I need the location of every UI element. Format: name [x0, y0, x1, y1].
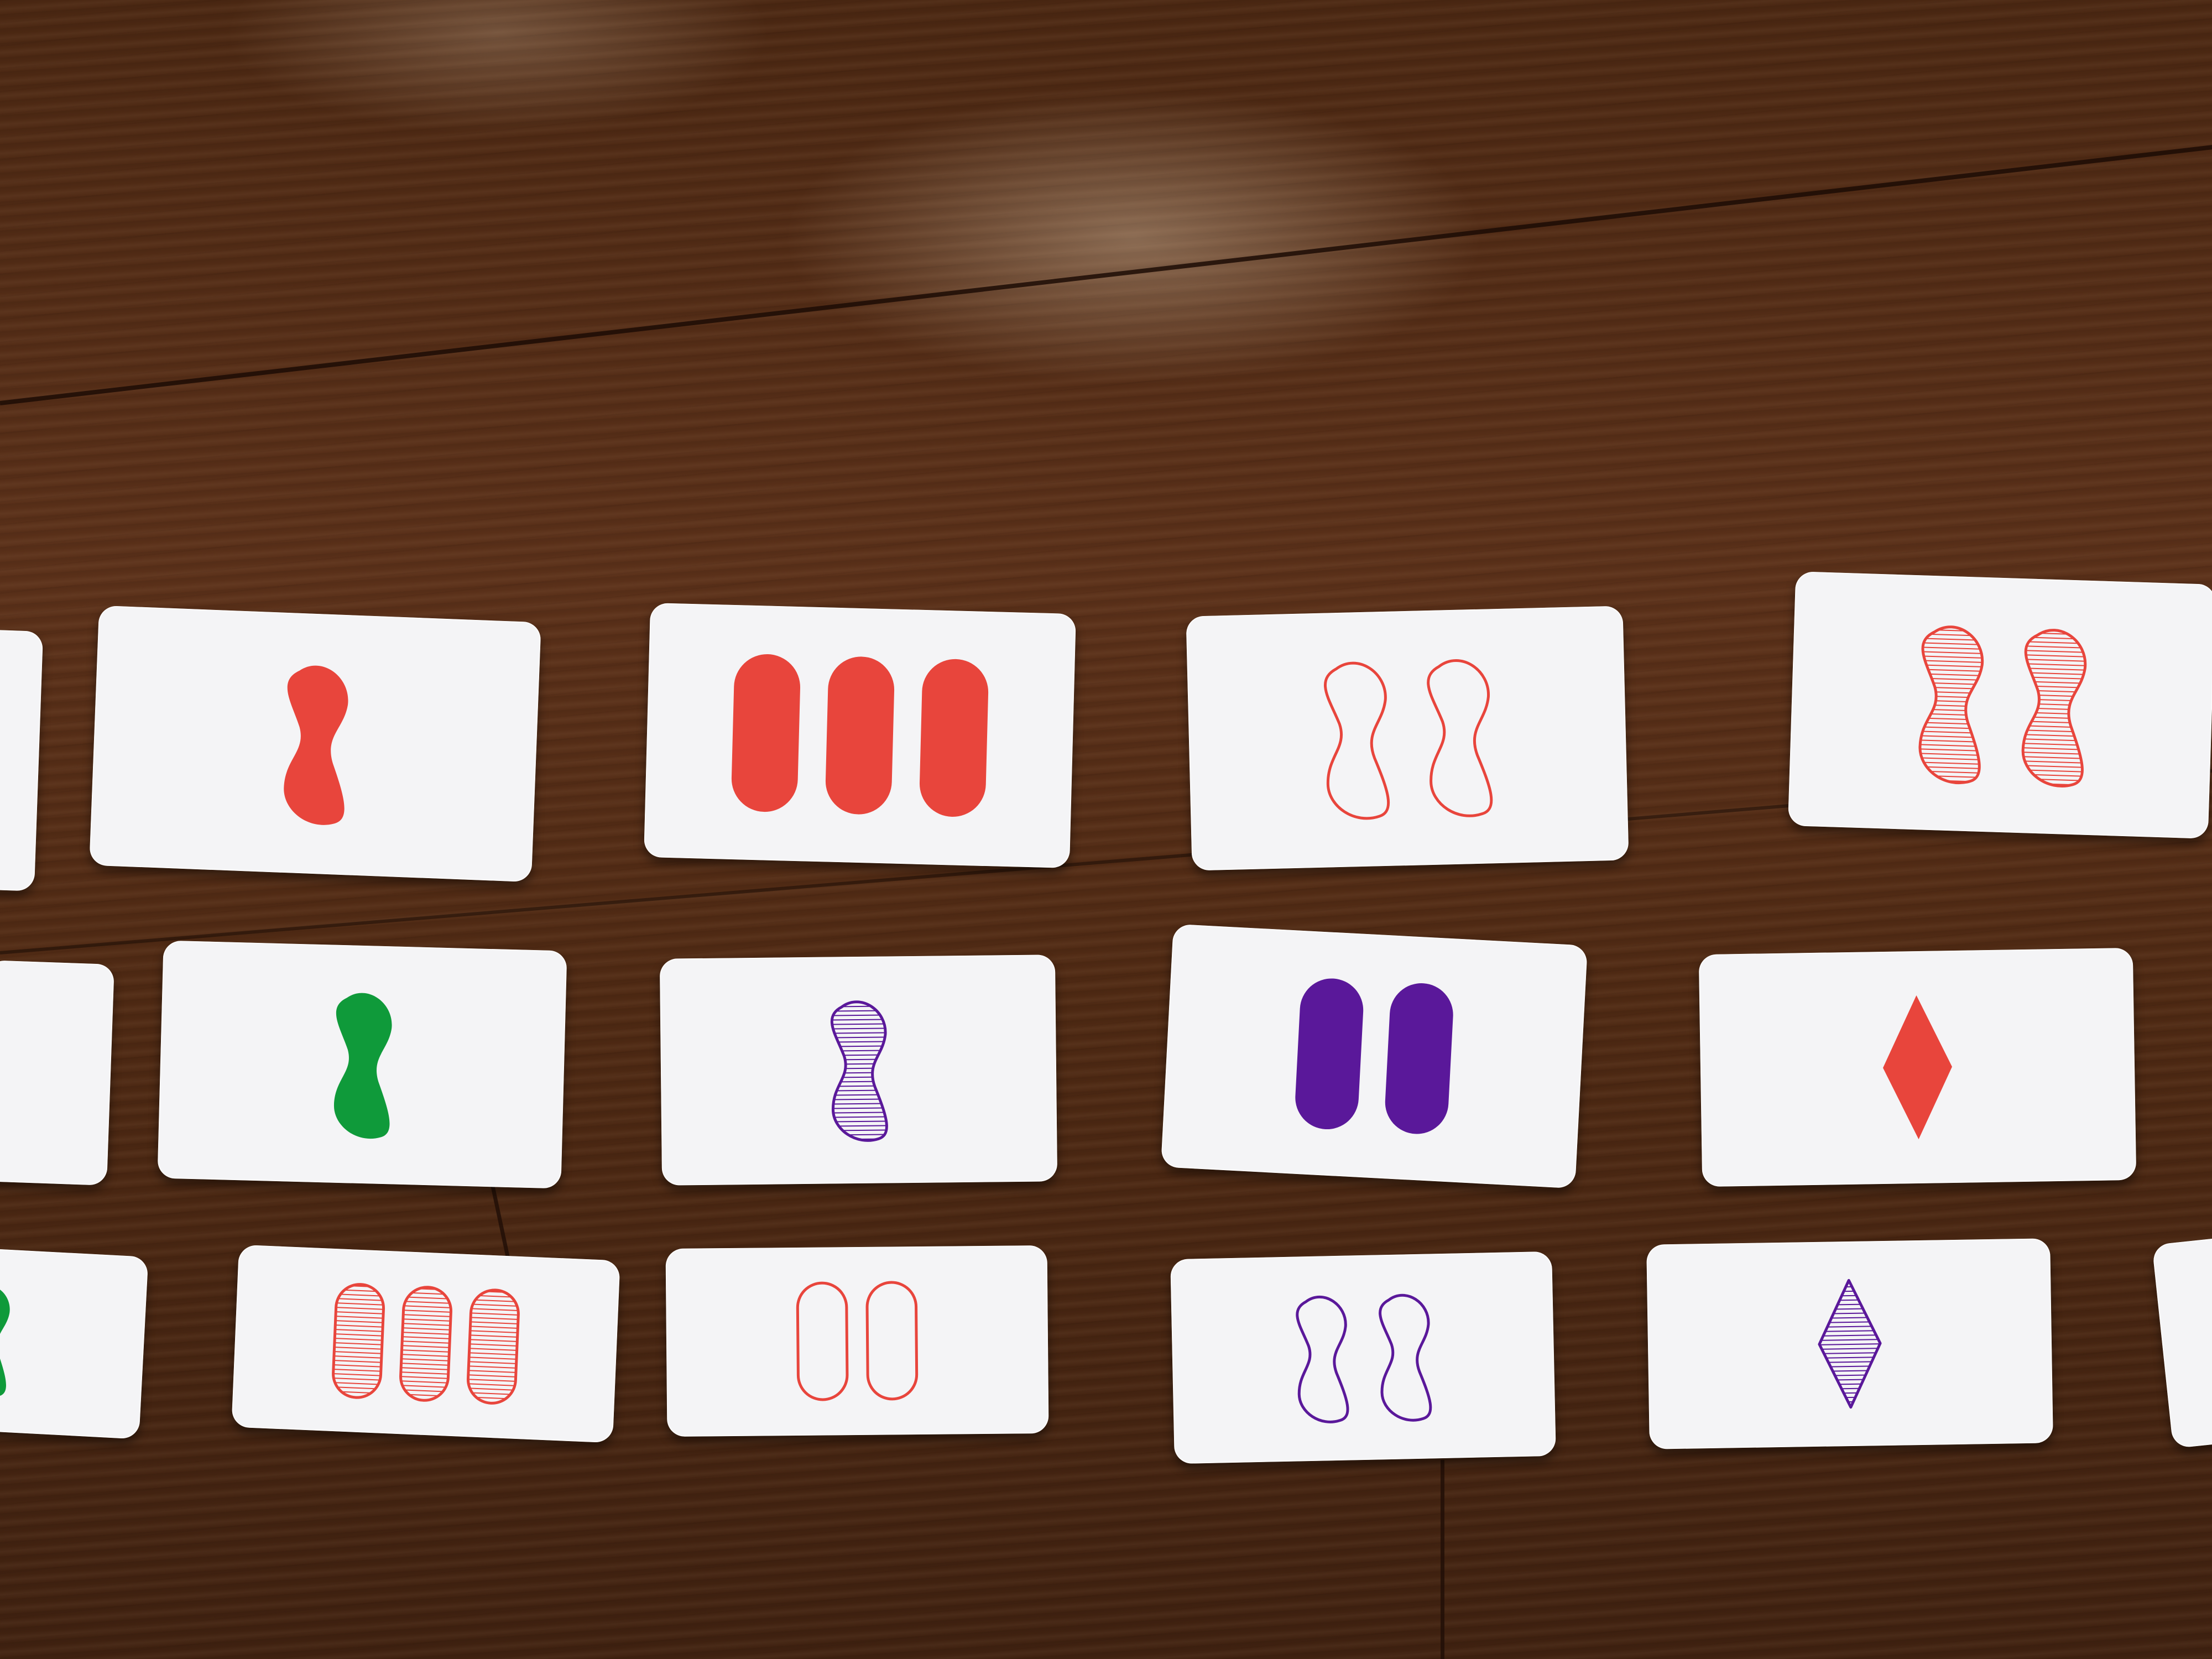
red-oval-symbol [399, 1286, 452, 1402]
red-oval-symbol [466, 1288, 520, 1405]
partial-card-right-r3[interactable] [2152, 1233, 2212, 1449]
red-oval-symbol [919, 659, 989, 817]
card-face [1883, 995, 1952, 1140]
card-face [1818, 1279, 1882, 1409]
set-card-r1-c2[interactable] [644, 603, 1076, 868]
card-face [796, 1281, 919, 1401]
card-face [1295, 978, 1453, 1134]
card-face [284, 665, 348, 825]
set-card-r2-c3[interactable] [1161, 924, 1588, 1189]
red-squiggle-symbol [284, 665, 348, 825]
purple-diamond-symbol [1818, 1279, 1882, 1409]
card-face [1324, 659, 1493, 820]
purple-oval-symbol [1385, 983, 1453, 1134]
card-face [332, 1283, 520, 1405]
green-squiggle-symbol [333, 993, 392, 1139]
red-squiggle-symbol [1324, 661, 1390, 820]
purple-squiggle-symbol [1379, 1293, 1432, 1422]
card-face [831, 1000, 888, 1142]
red-oval-symbol [332, 1283, 385, 1399]
set-card-r1-c3[interactable] [1186, 606, 1629, 871]
purple-squiggle-symbol [831, 1000, 888, 1142]
red-oval-symbol [825, 656, 895, 815]
red-diamond-symbol [1883, 995, 1952, 1140]
partial-card-left-r2[interactable] [0, 960, 114, 1186]
set-card-r3-c2[interactable] [665, 1245, 1049, 1437]
set-card-r1-c4[interactable] [1787, 571, 2212, 839]
set-card-r3-c4[interactable] [1646, 1238, 2053, 1449]
green-squiggle-symbol [0, 1285, 10, 1397]
card-face [333, 993, 392, 1139]
set-card-r3-c3[interactable] [1170, 1251, 1556, 1464]
card-face [0, 1285, 10, 1397]
red-oval-symbol [865, 1281, 919, 1401]
card-face [1918, 625, 2087, 787]
card-face [731, 654, 989, 817]
set-card-r2-c1[interactable] [157, 940, 567, 1189]
red-squiggle-symbol [1918, 625, 1984, 785]
partial-card-left-r1[interactable] [0, 629, 44, 891]
red-oval-symbol [731, 654, 801, 812]
set-card-r3-c1[interactable] [231, 1244, 620, 1443]
set-card-r2-c2[interactable] [659, 954, 1058, 1186]
floor-seam [1441, 1460, 1444, 1659]
wood-table-scene [0, 0, 2212, 1659]
card-face [1296, 1293, 1432, 1423]
set-card-r2-c4[interactable] [1698, 947, 2137, 1187]
purple-oval-symbol [1295, 978, 1364, 1130]
red-squiggle-symbol [2021, 629, 2087, 787]
partial-card-left-r3[interactable] [0, 1248, 149, 1439]
red-oval-symbol [796, 1281, 849, 1401]
floor-seam [0, 140, 2212, 405]
red-squiggle-symbol [1427, 659, 1493, 817]
purple-squiggle-symbol [1296, 1295, 1349, 1423]
set-card-r1-c1[interactable] [89, 605, 541, 883]
